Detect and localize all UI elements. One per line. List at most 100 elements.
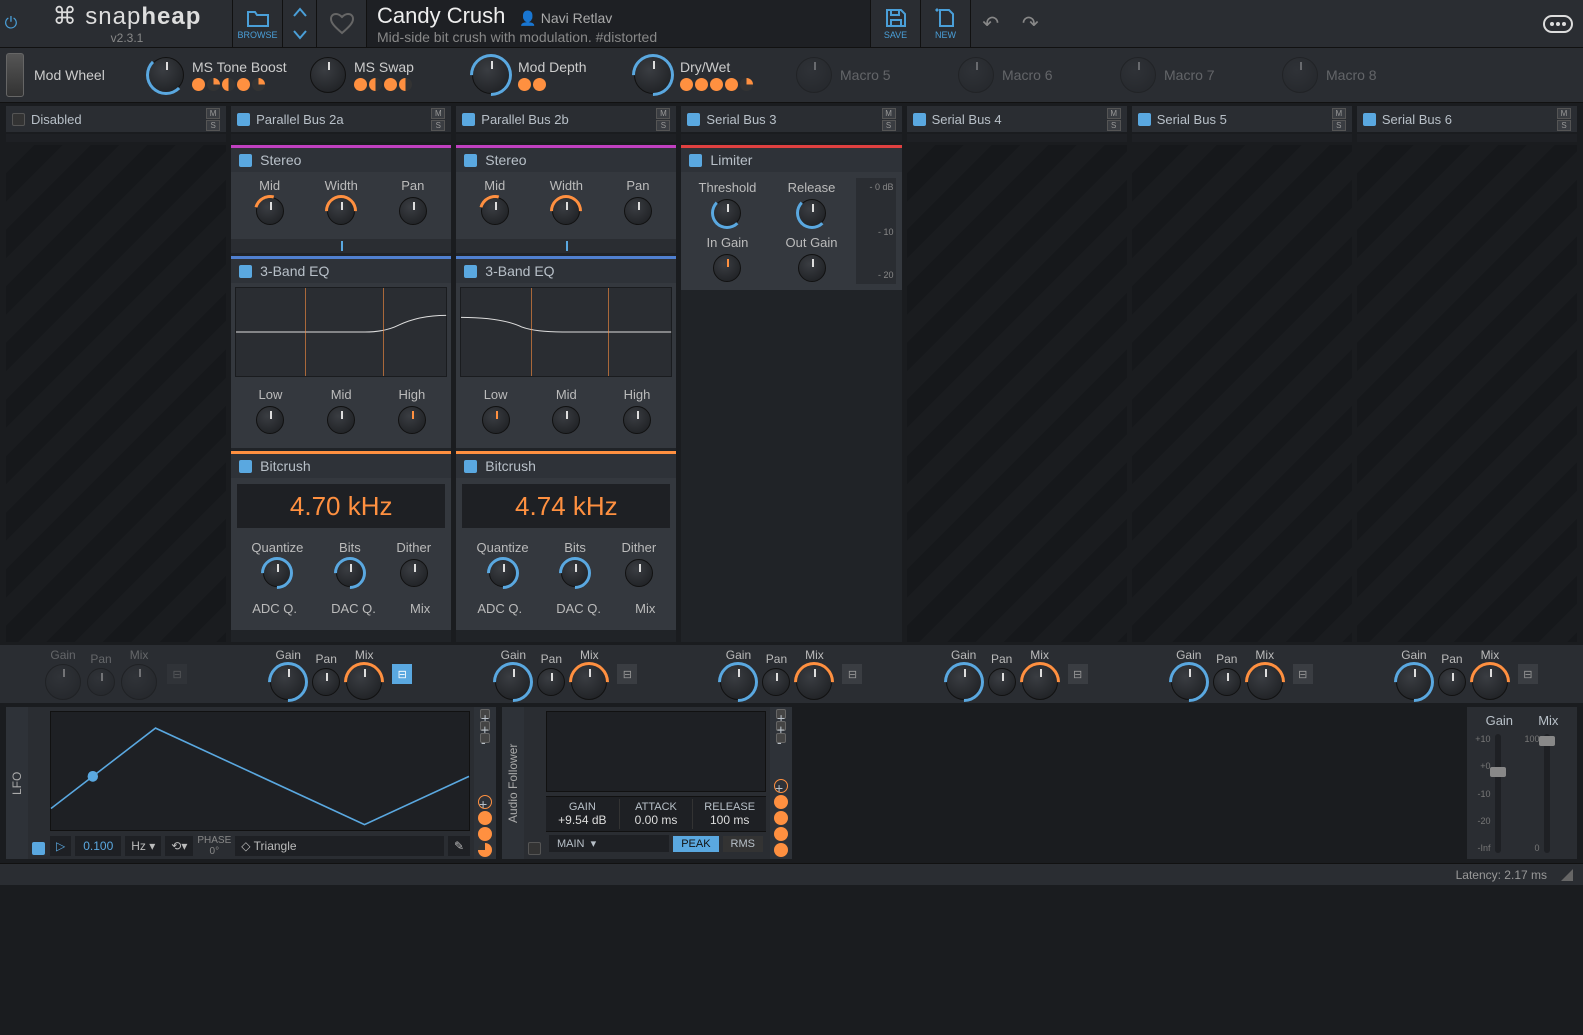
pan-knob[interactable] (312, 668, 340, 696)
master-gain-slider[interactable] (1495, 734, 1501, 853)
knob[interactable] (256, 406, 284, 434)
pan-knob[interactable] (1213, 668, 1241, 696)
gain-knob[interactable] (1396, 664, 1432, 700)
mute-button[interactable]: M (1107, 108, 1121, 119)
solo-button[interactable]: S (1107, 120, 1121, 131)
lane-enable-checkbox[interactable] (913, 113, 926, 126)
lfo-shape[interactable]: ◇ Triangle (235, 836, 444, 856)
midi-button[interactable] (1533, 0, 1583, 47)
power-button[interactable]: ⏻ (0, 0, 22, 47)
lfo-edit[interactable]: ✎ (448, 836, 470, 856)
knob[interactable] (481, 197, 509, 225)
slot[interactable]: ± (776, 721, 786, 731)
knob[interactable] (623, 406, 651, 434)
gain-knob[interactable] (1171, 664, 1207, 700)
resize-handle[interactable] (1561, 869, 1573, 881)
route-button[interactable]: ⊟ (1518, 664, 1538, 684)
slot[interactable]: + (776, 709, 786, 719)
gain-knob[interactable] (45, 664, 81, 700)
af-attack[interactable]: 0.00 ms (622, 813, 691, 827)
knob[interactable] (713, 254, 741, 282)
slot[interactable]: + (480, 709, 490, 719)
lfo-unit[interactable]: Hz ▾ (125, 836, 161, 856)
knob[interactable] (552, 197, 580, 225)
lfo-graph[interactable] (50, 711, 470, 831)
mute-button[interactable]: M (206, 108, 220, 119)
mod-out-slot[interactable]: + (478, 795, 492, 809)
route-button[interactable]: ⊟ (392, 664, 412, 684)
lfo-enable[interactable] (32, 842, 45, 855)
slot[interactable]: - (776, 733, 786, 743)
fx-separator[interactable] (231, 239, 451, 253)
undo-button[interactable]: ↶ (982, 11, 999, 36)
knob[interactable] (624, 197, 652, 225)
lane-header[interactable]: Serial Bus 6 MS (1357, 106, 1577, 132)
af-rms-button[interactable]: RMS (723, 836, 763, 852)
gain-knob[interactable] (270, 664, 306, 700)
solo-button[interactable]: S (882, 120, 896, 131)
lane-enable-checkbox[interactable] (462, 113, 475, 126)
mod-out-slot[interactable] (478, 811, 492, 825)
fx-enable[interactable] (239, 460, 252, 473)
mod-out-slot[interactable] (774, 811, 788, 825)
af-peak-button[interactable]: PEAK (673, 836, 718, 852)
bitcrush-freq[interactable]: 4.70 kHz (237, 484, 445, 528)
knob[interactable] (263, 559, 291, 587)
mute-button[interactable]: M (656, 108, 670, 119)
solo-button[interactable]: S (656, 120, 670, 131)
af-source[interactable]: MAIN ▾ (549, 835, 669, 852)
mute-button[interactable]: M (882, 108, 896, 119)
lfo-rate[interactable]: 0.100 (75, 836, 121, 856)
pan-knob[interactable] (1438, 668, 1466, 696)
knob[interactable] (400, 559, 428, 587)
lane-body[interactable] (1357, 145, 1577, 642)
knob[interactable] (482, 406, 510, 434)
redo-button[interactable]: ↷ (1022, 11, 1039, 36)
macro-3-mods[interactable] (518, 78, 586, 91)
mute-button[interactable]: M (1332, 108, 1346, 119)
gain-knob[interactable] (720, 664, 756, 700)
fx-enable[interactable] (689, 154, 702, 167)
af-enable[interactable] (528, 842, 541, 855)
macro-1-knob[interactable] (148, 57, 184, 93)
knob[interactable] (489, 559, 517, 587)
lfo-sync[interactable]: ⟲▾ (165, 836, 193, 856)
mix-knob[interactable] (796, 664, 832, 700)
lane-header[interactable]: Serial Bus 5 MS (1132, 106, 1352, 132)
macro-4-mods[interactable] (680, 78, 753, 91)
knob[interactable] (798, 254, 826, 282)
knob[interactable] (798, 199, 826, 227)
gain-knob[interactable] (495, 664, 531, 700)
preset-info[interactable]: Candy Crush 👤 Navi Retlav Mid-side bit c… (366, 0, 870, 47)
fx-enable[interactable] (239, 154, 252, 167)
mix-knob[interactable] (1022, 664, 1058, 700)
mod-wheel-slider[interactable] (6, 53, 24, 97)
macro-2-mods[interactable] (354, 78, 414, 91)
knob[interactable] (327, 197, 355, 225)
preset-next-button[interactable] (283, 24, 316, 48)
new-button[interactable]: NEW (920, 0, 970, 47)
route-button[interactable]: ⊟ (842, 664, 862, 684)
lane-body[interactable] (907, 145, 1127, 642)
knob[interactable] (399, 197, 427, 225)
knob[interactable] (336, 559, 364, 587)
mod-out-slot[interactable] (478, 827, 492, 841)
preset-prev-button[interactable] (283, 0, 316, 24)
knob[interactable] (713, 199, 741, 227)
master-mix-slider[interactable] (1544, 734, 1550, 853)
lane-body[interactable] (6, 145, 226, 642)
mod-out-slot[interactable] (774, 843, 788, 857)
af-gain[interactable]: +9.54 dB (548, 813, 617, 827)
eq-graph[interactable] (235, 287, 447, 377)
fx-enable[interactable] (464, 154, 477, 167)
mute-button[interactable]: M (431, 108, 445, 119)
route-button[interactable]: ⊟ (617, 664, 637, 684)
lane-header[interactable]: Parallel Bus 2b MS (456, 106, 676, 132)
lane-header[interactable]: Parallel Bus 2a MS (231, 106, 451, 132)
lane-enable-checkbox[interactable] (1138, 113, 1151, 126)
af-release[interactable]: 100 ms (695, 813, 764, 827)
browse-button[interactable]: BROWSE (232, 0, 282, 47)
pan-knob[interactable] (988, 668, 1016, 696)
lane-enable-checkbox[interactable] (687, 113, 700, 126)
macro-5-knob[interactable] (796, 57, 832, 93)
